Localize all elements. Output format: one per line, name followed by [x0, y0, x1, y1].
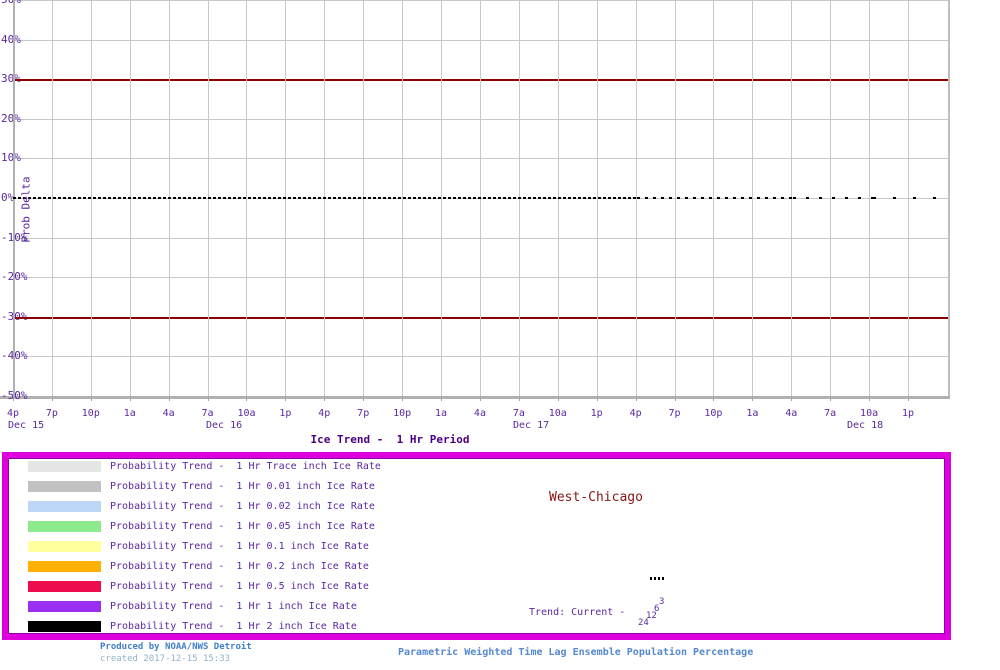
trend-current-label: Trend: Current -: [529, 607, 625, 618]
ice-trend-chart-page: 50%40%30%20%10%0%-10%-20%-30%-40%-50%4p7…: [0, 0, 1000, 670]
legend-label: Probability Trend - 1 Hr 0.5 inch Ice Ra…: [110, 580, 369, 593]
legend-label: Probability Trend - 1 Hr 0.02 inch Ice R…: [110, 500, 375, 513]
legend-label: Probability Trend - 1 Hr 2 inch Ice Rate: [110, 620, 357, 633]
legend-label: Probability Trend - 1 Hr 1 inch Ice Rate: [110, 600, 357, 613]
legend-swatch: [28, 621, 101, 632]
legend-label: Probability Trend - 1 Hr Trace inch Ice …: [110, 460, 381, 473]
trend-hour-label: 24: [638, 619, 649, 628]
legend-swatch: [28, 581, 101, 592]
legend-swatch: [28, 461, 101, 472]
location-label: West-Chicago: [549, 490, 643, 505]
legend-swatch: [28, 601, 101, 612]
legend-label: Probability Trend - 1 Hr 0.1 inch Ice Ra…: [110, 540, 369, 553]
legend-swatch: [28, 561, 101, 572]
legend-label: Probability Trend - 1 Hr 0.01 inch Ice R…: [110, 480, 375, 493]
legend-label: Probability Trend - 1 Hr 0.05 inch Ice R…: [110, 520, 375, 533]
footer-description: Parametric Weighted Time Lag Ensemble Po…: [398, 647, 753, 658]
footer-created-timestamp: created 2017-12-15 15:33: [100, 654, 230, 664]
legend-swatch: [28, 501, 101, 512]
legend-swatch: [28, 541, 101, 552]
footer-produced-by: Produced by NOAA/NWS Detroit: [100, 642, 252, 652]
legend-rows-layer: Probability Trend - 1 Hr Trace inch Ice …: [0, 0, 1000, 670]
legend-swatch: [28, 481, 101, 492]
legend-swatch: [28, 521, 101, 532]
trend-dots: [650, 577, 665, 580]
legend-label: Probability Trend - 1 Hr 0.2 inch Ice Ra…: [110, 560, 369, 573]
trend-hour-label: 3: [659, 598, 664, 607]
